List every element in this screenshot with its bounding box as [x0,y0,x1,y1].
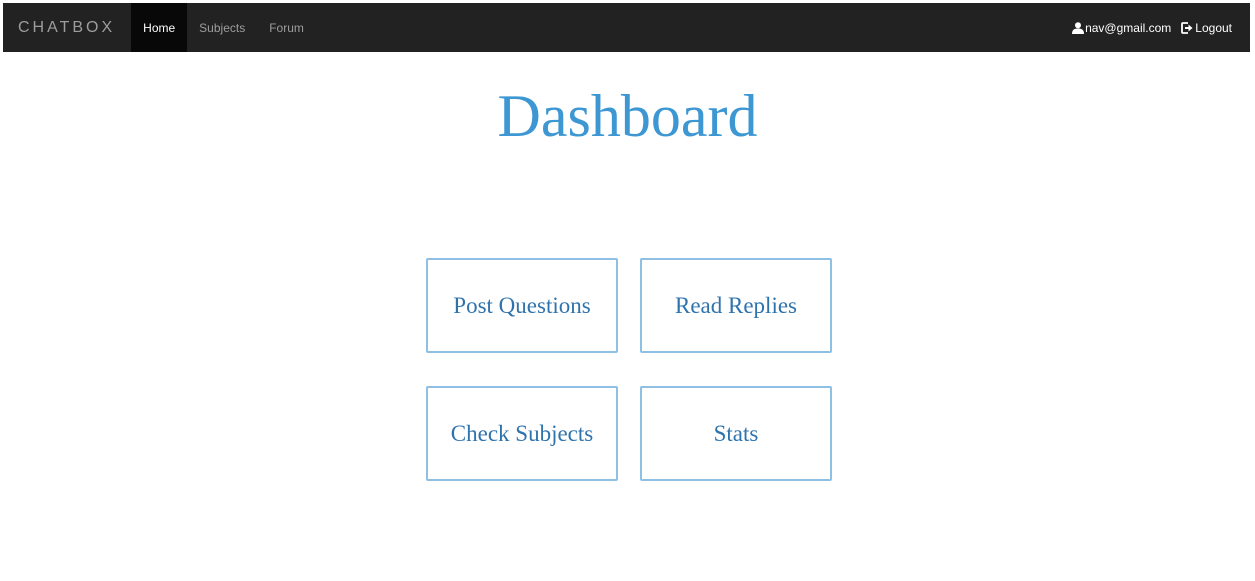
nav-links: Home Subjects Forum [131,3,316,52]
user-icon [1072,21,1085,34]
post-questions-button[interactable]: Post Questions [426,258,618,353]
logout-icon [1181,21,1193,34]
nav-link-home[interactable]: Home [131,3,188,52]
nav-user-area: nav@gmail.com Logout [1072,3,1250,52]
nav-link-forum[interactable]: Forum [257,3,316,52]
stats-button[interactable]: Stats [640,386,832,481]
read-replies-button[interactable]: Read Replies [640,258,832,353]
user-account-link[interactable]: nav@gmail.com [1072,21,1171,35]
logout-link[interactable]: Logout [1181,21,1232,35]
top-navbar: CHATBOX Home Subjects Forum nav@gmail.co… [3,3,1250,52]
nav-link-subjects[interactable]: Subjects [187,3,257,52]
brand-logo[interactable]: CHATBOX [3,3,131,52]
logout-label: Logout [1195,20,1232,35]
page-title: Dashboard [497,83,758,149]
user-email: nav@gmail.com [1085,20,1172,35]
check-subjects-button[interactable]: Check Subjects [426,386,618,481]
